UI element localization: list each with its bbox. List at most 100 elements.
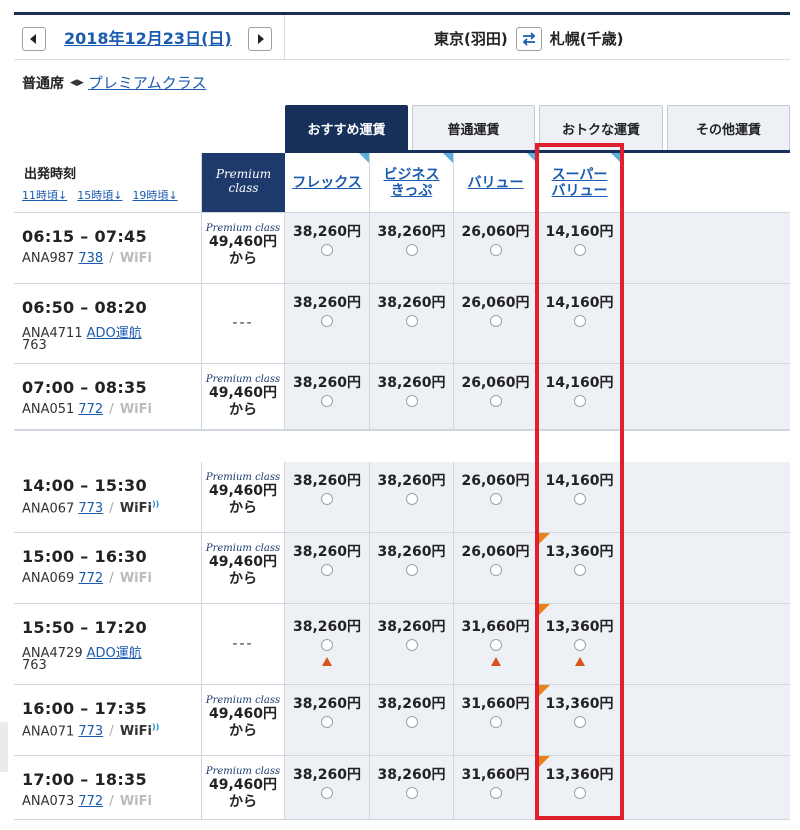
- fare-radio-button[interactable]: [321, 395, 333, 407]
- tab-other-fares[interactable]: その他運賃: [667, 105, 790, 150]
- fare-radio-button[interactable]: [489, 395, 502, 407]
- fare-radio-button[interactable]: [321, 716, 333, 728]
- fare-cell[interactable]: 38,260円: [370, 756, 454, 820]
- previous-day-button[interactable]: [22, 27, 46, 51]
- aircraft-link[interactable]: 773: [78, 724, 103, 739]
- fare-radio-button[interactable]: [405, 639, 418, 651]
- fare-header-super-value-link[interactable]: スーパー バリュー: [552, 167, 608, 199]
- fare-radio-button[interactable]: [573, 395, 586, 407]
- fare-cell[interactable]: 13,360円: [538, 604, 622, 685]
- fare-cell[interactable]: 38,260円: [285, 284, 370, 364]
- aircraft-link[interactable]: 738: [78, 251, 103, 266]
- next-day-button[interactable]: [248, 27, 272, 51]
- fare-cell[interactable]: 38,260円: [370, 462, 454, 533]
- aircraft-link[interactable]: 772: [78, 402, 103, 417]
- fare-price: 13,360円: [545, 696, 614, 712]
- fare-cell[interactable]: 26,060円: [454, 213, 538, 284]
- fare-radio-button[interactable]: [405, 716, 418, 728]
- fare-cell[interactable]: 26,060円: [454, 364, 538, 430]
- fare-radio-button[interactable]: [573, 493, 586, 505]
- fare-cell[interactable]: 38,260円: [285, 462, 370, 533]
- aircraft-link[interactable]: 772: [78, 794, 103, 809]
- wifi-badge: WiFi)): [120, 500, 159, 516]
- fare-radio-button[interactable]: [321, 315, 333, 327]
- fare-radio-button[interactable]: [405, 244, 418, 256]
- fare-radio-button[interactable]: [405, 493, 418, 505]
- fare-cell[interactable]: 38,260円: [285, 756, 370, 820]
- fare-cell[interactable]: 26,060円: [454, 284, 538, 364]
- fare-cell[interactable]: 38,260円: [285, 685, 370, 756]
- flight-number: ANA073: [22, 794, 75, 809]
- fare-cell[interactable]: 14,160円: [538, 462, 622, 533]
- fare-radio-button[interactable]: [405, 315, 418, 327]
- jump-15-link[interactable]: 15時頃↓: [77, 187, 122, 203]
- selected-date-link[interactable]: 2018年12月23日(日): [64, 27, 232, 51]
- fare-cell[interactable]: 13,360円: [538, 756, 622, 820]
- fare-radio-button[interactable]: [489, 244, 502, 256]
- premium-class-cell[interactable]: Premium class 49,460円 から: [202, 533, 285, 604]
- premium-class-cell[interactable]: Premium class 49,460円 から: [202, 685, 285, 756]
- fare-radio-button[interactable]: [573, 716, 586, 728]
- fare-cell[interactable]: 31,660円: [454, 756, 538, 820]
- aircraft-link[interactable]: ADO運航: [87, 326, 142, 341]
- aircraft-link[interactable]: ADO運航: [87, 646, 142, 661]
- fare-radio-button[interactable]: [321, 493, 333, 505]
- aircraft-link[interactable]: 773: [78, 501, 103, 516]
- fare-cell[interactable]: 14,160円: [538, 284, 622, 364]
- departure-arrival-time: 15:50 – 17:20: [22, 618, 147, 637]
- fare-cell[interactable]: 13,360円: [538, 685, 622, 756]
- premium-class-cell[interactable]: Premium class 49,460円 から: [202, 756, 285, 820]
- fare-radio-button[interactable]: [573, 787, 586, 799]
- premium-class-cell[interactable]: Premium class 49,460円 から: [202, 462, 285, 533]
- fare-cell[interactable]: 31,660円: [454, 604, 538, 685]
- fare-radio-button[interactable]: [573, 315, 586, 327]
- swap-route-button[interactable]: [515, 27, 542, 51]
- fare-radio-button[interactable]: [321, 564, 333, 576]
- fare-cell[interactable]: 38,260円: [285, 533, 370, 604]
- fare-radio-button[interactable]: [321, 787, 333, 799]
- fare-radio-button[interactable]: [489, 639, 502, 651]
- jump-11-link[interactable]: 11時頃↓: [22, 187, 67, 203]
- fare-cell[interactable]: 38,260円: [370, 604, 454, 685]
- premium-class-cell[interactable]: Premium class 49,460円 から: [202, 213, 285, 284]
- fare-radio-button[interactable]: [489, 716, 502, 728]
- fare-radio-button[interactable]: [573, 564, 586, 576]
- fare-radio-button[interactable]: [489, 787, 502, 799]
- fare-cell[interactable]: 38,260円: [370, 213, 454, 284]
- fare-cell[interactable]: 14,160円: [538, 213, 622, 284]
- fare-cell[interactable]: 38,260円: [370, 284, 454, 364]
- fare-header-flex-link[interactable]: フレックス: [292, 175, 362, 191]
- fare-radio-button[interactable]: [321, 244, 333, 256]
- fare-cell[interactable]: 38,260円: [285, 213, 370, 284]
- fare-radio-button[interactable]: [489, 315, 502, 327]
- fare-radio-button[interactable]: [405, 395, 418, 407]
- fare-cell[interactable]: 38,260円: [285, 604, 370, 685]
- fare-cell[interactable]: 26,060円: [454, 462, 538, 533]
- fare-cell[interactable]: 38,260円: [370, 685, 454, 756]
- fare-radio-button[interactable]: [489, 564, 502, 576]
- fare-cell[interactable]: 38,260円: [370, 533, 454, 604]
- fare-cell[interactable]: 38,260円: [285, 364, 370, 430]
- tab-recommended-fares[interactable]: おすすめ運賃: [285, 105, 408, 150]
- fare-cell[interactable]: 31,660円: [454, 685, 538, 756]
- aircraft-link[interactable]: 772: [78, 571, 103, 586]
- fare-radio-button[interactable]: [489, 493, 502, 505]
- fare-header-value-link[interactable]: バリュー: [468, 175, 524, 191]
- fare-radio-button[interactable]: [405, 787, 418, 799]
- fare-radio-button[interactable]: [321, 639, 333, 651]
- tab-discount-fares[interactable]: おトクな運賃: [539, 105, 663, 150]
- premium-class-cell[interactable]: Premium class 49,460円 から: [202, 364, 285, 430]
- tab-normal-fares[interactable]: 普通運賃: [412, 105, 535, 150]
- fare-header-business-link[interactable]: ビジネス きっぷ: [384, 167, 440, 199]
- fare-cell[interactable]: 13,360円: [538, 533, 622, 604]
- jump-19-link[interactable]: 19時頃↓: [132, 187, 177, 203]
- fare-cell[interactable]: 38,260円: [370, 364, 454, 430]
- fare-cell[interactable]: 26,060円: [454, 533, 538, 604]
- flight-info: ANA071 773 / WiFi)): [22, 723, 159, 739]
- fare-radio-button[interactable]: [573, 639, 586, 651]
- departure-arrival-time: 06:50 – 08:20: [22, 298, 147, 317]
- fare-radio-button[interactable]: [405, 564, 418, 576]
- fare-radio-button[interactable]: [573, 244, 586, 256]
- fare-cell[interactable]: 14,160円: [538, 364, 622, 430]
- premium-class-link[interactable]: プレミアムクラス: [88, 72, 207, 93]
